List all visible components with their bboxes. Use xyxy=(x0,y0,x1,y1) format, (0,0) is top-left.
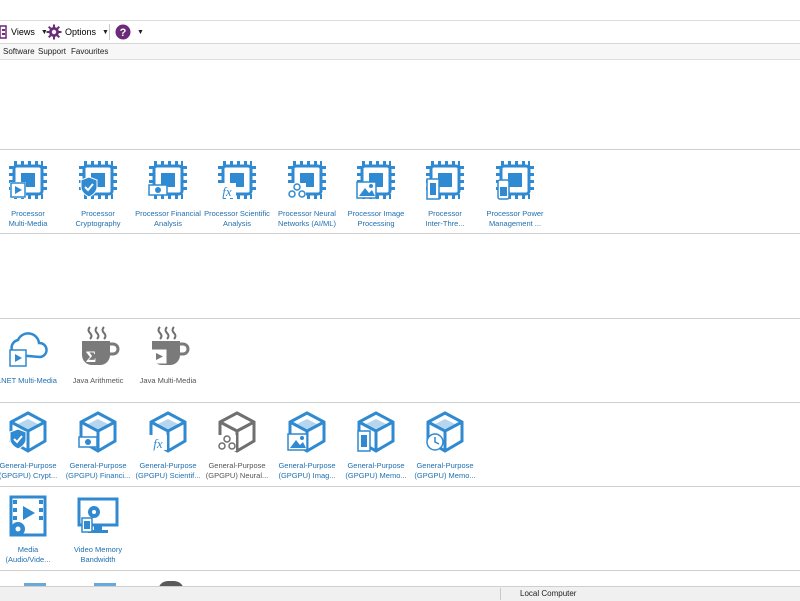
cpu-fx-icon: fx xyxy=(215,158,259,202)
section-empty-top xyxy=(0,60,800,150)
tile-label: General-Purpose (GPGPU) Scientif... xyxy=(135,461,201,480)
views-button[interactable]: Views ▼ xyxy=(0,23,48,41)
menu-item-support[interactable]: Support xyxy=(38,47,66,56)
options-button[interactable]: Options ▼ xyxy=(46,23,109,41)
tile-label: Processor Power Management ... xyxy=(486,209,544,228)
tile-label: Java Arithmetic xyxy=(72,376,124,385)
tile-label: Java Multi-Media xyxy=(139,376,197,385)
cpu-neural-icon xyxy=(285,158,329,202)
tile-label: Processor Inter-Thre... xyxy=(425,209,465,228)
tile-label: General-Purpose (GPGPU) Imag... xyxy=(278,461,336,480)
java-media-icon xyxy=(146,325,190,369)
help-button[interactable]: ? ▼ xyxy=(115,23,144,41)
toolbar: Views ▼ Options ▼ ? ▼ xyxy=(0,21,800,44)
cpu-thread-icon xyxy=(423,158,467,202)
menu-bar: Software Support Favourites xyxy=(0,44,800,60)
views-icon xyxy=(0,25,7,39)
gpu-clock-icon xyxy=(426,410,467,454)
tile-label: General-Purpose (GPGPU) Memo... xyxy=(345,461,407,480)
chevron-down-icon: ▼ xyxy=(137,28,144,36)
status-bar: Local Computer xyxy=(0,586,800,601)
status-separator xyxy=(500,588,501,600)
chevron-down-icon: ▼ xyxy=(102,28,109,36)
gpu-memory-icon xyxy=(357,410,398,454)
gpu-image-icon xyxy=(287,410,329,454)
cpu-multimedia-icon xyxy=(6,158,50,202)
tile-label: General-Purpose (GPGPU) Neural... xyxy=(205,461,269,480)
cpu-money-icon xyxy=(146,158,190,202)
menu-item-software[interactable]: Software xyxy=(3,47,35,56)
section-empty-middle xyxy=(0,234,800,319)
svg-text:Σ: Σ xyxy=(86,349,96,366)
tile-label: Video Memory Bandwidth xyxy=(73,545,123,564)
cpu-power-icon xyxy=(493,158,537,202)
status-text: Local Computer xyxy=(520,589,577,598)
views-label: Views xyxy=(11,27,35,37)
help-icon: ? xyxy=(115,24,131,40)
svg-text:fx: fx xyxy=(153,436,163,451)
tile-label: Processor Scientific Analysis xyxy=(204,209,270,228)
tile-label: General-Purpose (GPGPU) Memo... xyxy=(414,461,476,480)
tile-label: Media (Audio/Vide... xyxy=(5,545,51,564)
tile-label: Processor Neural Networks (AI/ML) xyxy=(278,209,336,228)
options-label: Options xyxy=(65,27,97,37)
java-sigma-icon: Σ xyxy=(76,325,120,369)
gpu-neural-icon xyxy=(218,410,259,454)
video-memory-icon xyxy=(77,497,119,533)
cpu-shield-icon xyxy=(76,158,120,202)
tile-label: .NET Multi-Media xyxy=(0,376,57,385)
tile-label: Processor Cryptography xyxy=(75,209,121,228)
tile-label: Processor Multi-Media xyxy=(8,209,48,228)
tile-label: Processor Financial Analysis xyxy=(135,209,201,228)
tile-label: General-Purpose (GPGPU) Financi... xyxy=(65,461,131,480)
next-row-icons-partial xyxy=(0,578,800,586)
gear-icon xyxy=(46,24,62,40)
gpu-shield-icon xyxy=(9,410,50,454)
section-runtime-benchmarks xyxy=(0,319,800,403)
gpu-fx-icon: fx xyxy=(149,410,190,454)
cpu-image-icon xyxy=(354,158,398,202)
window-top-strip xyxy=(0,0,800,21)
media-transcode-icon xyxy=(9,495,47,537)
tile-label: Processor Image Processing xyxy=(347,209,405,228)
svg-text:fx: fx xyxy=(222,184,232,199)
tile-label: General-Purpose (GPGPU) Crypt... xyxy=(0,461,58,480)
gpu-money-icon xyxy=(78,410,120,454)
cloud-media-icon xyxy=(9,332,48,367)
menu-item-favourites[interactable]: Favourites xyxy=(71,47,108,56)
toolbar-separator xyxy=(109,24,110,40)
svg-text:?: ? xyxy=(120,27,127,39)
